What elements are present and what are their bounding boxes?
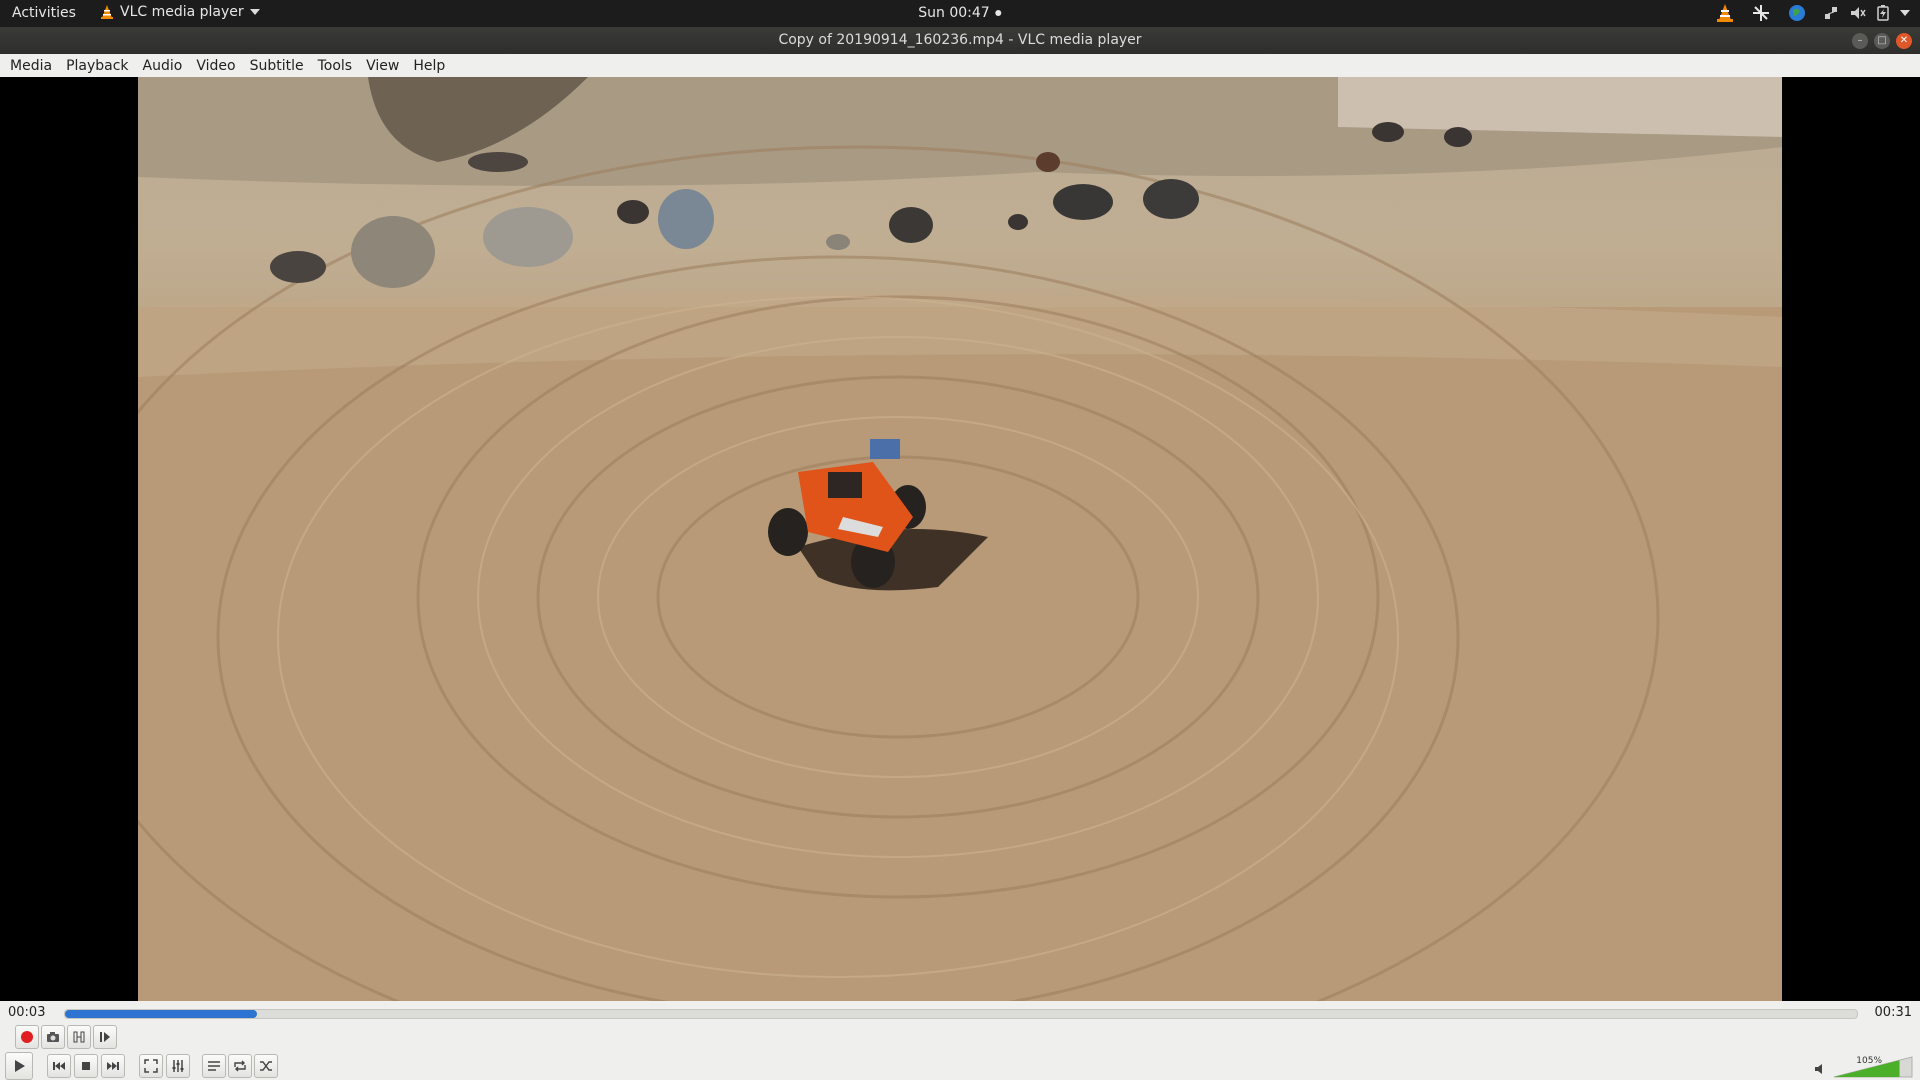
stop-button[interactable]: [74, 1054, 98, 1078]
window-title: Copy of 20190914_160236.mp4 - VLC media …: [778, 32, 1142, 48]
previous-icon: [53, 1062, 65, 1070]
minimize-button[interactable]: –: [1852, 33, 1868, 49]
playlist-button[interactable]: [202, 1054, 226, 1078]
record-icon: [21, 1031, 33, 1043]
play-icon: [15, 1060, 25, 1072]
next-icon: [107, 1062, 119, 1070]
loop-icon: [234, 1060, 246, 1072]
elapsed-time[interactable]: 00:03: [8, 1005, 45, 1020]
video-area[interactable]: [0, 77, 1920, 1001]
camera-icon: [47, 1032, 59, 1042]
menu-video[interactable]: Video: [196, 58, 235, 74]
extended-settings-button[interactable]: [166, 1054, 190, 1078]
network-hub-icon[interactable]: [1752, 4, 1770, 22]
system-menu[interactable]: [1824, 5, 1910, 21]
battery-icon: [1877, 5, 1889, 21]
vlc-cone-icon: [101, 5, 113, 19]
menu-media[interactable]: Media: [10, 58, 52, 74]
system-tray: [1716, 3, 1910, 23]
activities-button[interactable]: Activities: [12, 5, 76, 21]
loop-button[interactable]: [228, 1054, 252, 1078]
maximize-button[interactable]: □: [1874, 33, 1890, 49]
seek-bar[interactable]: [64, 1009, 1858, 1019]
globe-icon[interactable]: [1788, 4, 1806, 22]
system-top-bar: Activities VLC media player Sun 00:47: [0, 0, 1920, 27]
menu-playback[interactable]: Playback: [66, 58, 128, 74]
chevron-down-icon: [249, 9, 260, 15]
play-button[interactable]: [5, 1052, 33, 1080]
speaker-icon[interactable]: [1814, 1062, 1828, 1076]
loop-ab-button[interactable]: [67, 1025, 91, 1049]
menu-audio[interactable]: Audio: [143, 58, 183, 74]
previous-button[interactable]: [47, 1054, 71, 1078]
frame-step-button[interactable]: [93, 1025, 117, 1049]
close-button[interactable]: ✕: [1896, 33, 1912, 49]
menu-help[interactable]: Help: [413, 58, 445, 74]
app-menu[interactable]: VLC media player: [100, 4, 260, 20]
window-controls: – □ ✕: [1852, 33, 1912, 49]
notification-dot-icon: [995, 10, 1002, 16]
menu-subtitle[interactable]: Subtitle: [250, 58, 304, 74]
fullscreen-button[interactable]: [139, 1054, 163, 1078]
shuffle-icon: [260, 1061, 272, 1071]
playlist-icon: [208, 1061, 220, 1071]
snapshot-button[interactable]: [41, 1025, 65, 1049]
player-controls: 00:03 00:31 105%: [0, 1001, 1920, 1080]
video-scene-image: [138, 77, 1782, 1001]
chevron-down-icon: [1900, 10, 1910, 16]
record-button[interactable]: [15, 1025, 39, 1049]
next-button[interactable]: [101, 1054, 125, 1078]
clock-label: Sun 00:47: [918, 5, 990, 21]
shuffle-button[interactable]: [254, 1054, 278, 1078]
total-time[interactable]: 00:31: [1875, 1005, 1912, 1020]
stop-icon: [82, 1062, 90, 1070]
menu-bar: Media Playback Audio Video Subtitle Tool…: [0, 54, 1920, 78]
network-icon: [1825, 7, 1837, 19]
menu-view[interactable]: View: [366, 58, 399, 74]
app-menu-label: VLC media player: [120, 4, 244, 20]
loop-ab-icon: [73, 1031, 85, 1043]
volume-slider[interactable]: [1832, 1055, 1914, 1079]
window-title-bar[interactable]: Copy of 20190914_160236.mp4 - VLC media …: [0, 27, 1920, 54]
speaker-muted-icon: [1851, 7, 1866, 19]
vlc-tray-icon[interactable]: [1716, 3, 1734, 23]
fullscreen-icon: [144, 1059, 158, 1073]
equalizer-icon: [172, 1060, 184, 1072]
menu-tools[interactable]: Tools: [318, 58, 353, 74]
clock[interactable]: Sun 00:47: [918, 5, 1002, 21]
seek-progress: [65, 1010, 257, 1018]
frame-step-icon: [100, 1032, 110, 1042]
video-frame[interactable]: [138, 77, 1782, 1001]
